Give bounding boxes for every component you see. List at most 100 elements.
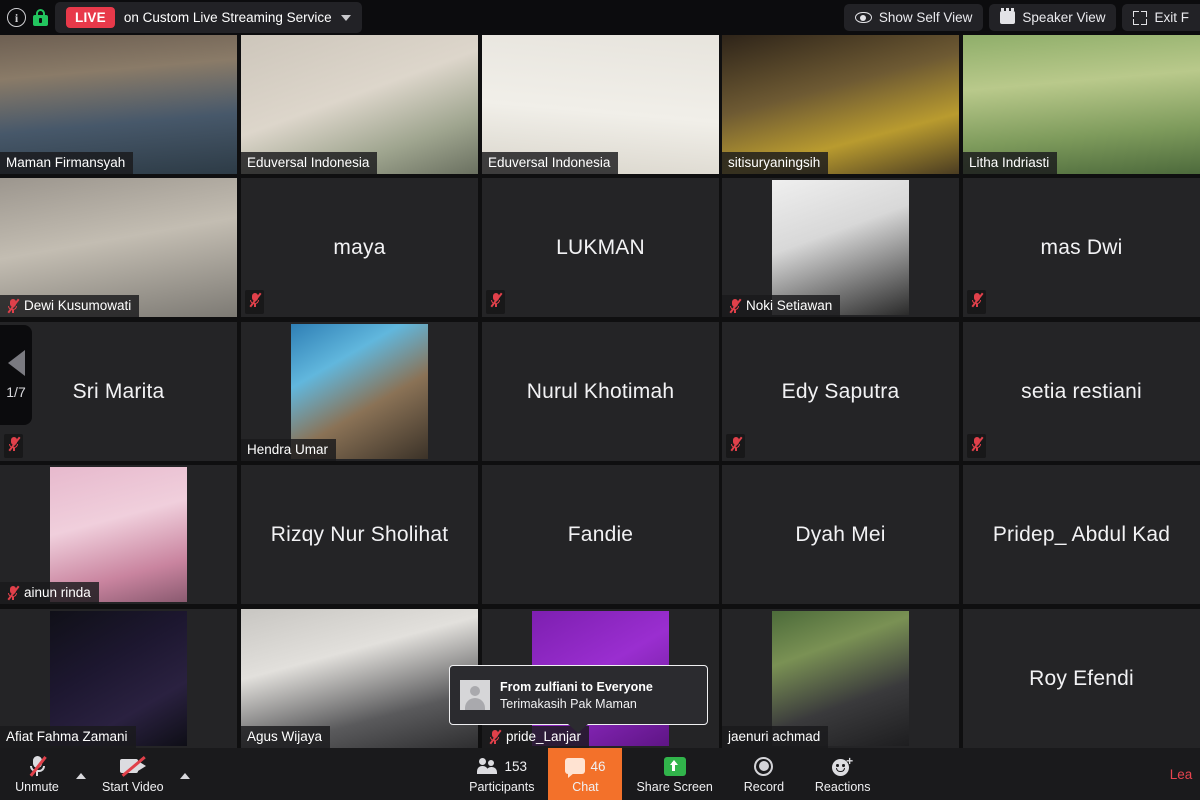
- reactions-smiley-icon: +: [832, 755, 853, 776]
- participant-name: Afiat Fahma Zamani: [6, 729, 128, 744]
- video-tile[interactable]: maya: [241, 178, 478, 317]
- share-screen-icon: [663, 756, 686, 776]
- eye-icon: [854, 12, 872, 23]
- chat-notification-text: From zulfiani to Everyone Terimakasih Pa…: [500, 680, 653, 711]
- participant-name: Hendra Umar: [247, 442, 329, 457]
- chat-sender-line: From zulfiani to Everyone: [500, 679, 653, 694]
- participant-name: Eduversal Indonesia: [488, 155, 611, 170]
- participants-label: Participants: [469, 779, 535, 794]
- share-screen-label: Share Screen: [636, 779, 713, 794]
- leave-meeting-button[interactable]: Lea: [1148, 748, 1200, 800]
- person-avatar-icon: [460, 680, 490, 710]
- participant-name: Roy Efendi: [1029, 666, 1134, 690]
- video-tile[interactable]: Dewi Kusumowati: [0, 178, 237, 317]
- participant-name-tag: ainun rinda: [0, 582, 99, 604]
- record-label: Record: [743, 779, 785, 794]
- participant-name-tag: Afiat Fahma Zamani: [0, 726, 136, 748]
- video-tile[interactable]: Roy Efendi: [963, 609, 1200, 748]
- participant-name: Dewi Kusumowati: [24, 298, 132, 313]
- video-tile[interactable]: Eduversal Indonesia: [241, 35, 478, 174]
- microphone-muted-icon: [28, 755, 47, 778]
- video-tile[interactable]: Eduversal Indonesia: [482, 35, 719, 174]
- video-tile[interactable]: Pridep_ Abdul Kad: [963, 465, 1200, 604]
- chat-notification-popup[interactable]: From zulfiani to Everyone Terimakasih Pa…: [449, 665, 708, 733]
- chat-label: Chat: [572, 779, 599, 794]
- toolbar-spacer-right: [884, 748, 1148, 800]
- participant-name: Edy Saputra: [781, 379, 900, 403]
- chevron-down-icon[interactable]: [340, 14, 351, 21]
- participant-name-tag: Agus Wijaya: [241, 726, 331, 748]
- participant-name-tag: Eduversal Indonesia: [241, 152, 378, 174]
- video-tile[interactable]: Hendra Umar: [241, 322, 478, 461]
- speaker-view-button[interactable]: Speaker View: [989, 4, 1117, 31]
- exit-fullscreen-button[interactable]: Exit F: [1122, 4, 1200, 31]
- start-video-label: Start Video: [102, 779, 164, 794]
- video-tile[interactable]: Nurul Khotimah: [482, 322, 719, 461]
- live-badge: LIVE: [66, 7, 115, 28]
- video-tile[interactable]: Edy Saputra: [722, 322, 959, 461]
- video-options-button[interactable]: [178, 748, 192, 800]
- previous-page-button[interactable]: 1/7: [0, 325, 32, 425]
- participant-name-tag: Litha Indriasti: [963, 152, 1058, 174]
- participants-button[interactable]: 153 Participants: [455, 748, 548, 800]
- show-self-view-button[interactable]: Show Self View: [843, 4, 984, 31]
- page-indicator: 1/7: [6, 384, 26, 400]
- chat-message-line: Terimakasih Pak Maman: [500, 696, 637, 711]
- participant-name: maya: [333, 235, 386, 259]
- lock-icon[interactable]: [33, 9, 48, 26]
- video-tile[interactable]: Maman Firmansyah: [0, 35, 237, 174]
- reactions-button[interactable]: + Reactions: [801, 748, 885, 800]
- participant-name-tag: Noki Setiawan: [722, 295, 841, 317]
- video-tile[interactable]: Dyah Mei: [722, 465, 959, 604]
- video-tile[interactable]: Litha Indriasti: [963, 35, 1200, 174]
- leave-label: Lea: [1169, 766, 1193, 782]
- participant-name: ainun rinda: [24, 585, 91, 600]
- video-tile[interactable]: Agus Wijaya: [241, 609, 478, 748]
- live-streaming-status[interactable]: LIVE on Custom Live Streaming Service: [55, 2, 362, 33]
- microphone-muted-icon: [4, 434, 23, 458]
- microphone-muted-icon: [486, 290, 505, 314]
- participant-name-tag: Dewi Kusumowati: [0, 295, 140, 317]
- participant-name-tag: sitisuryaningsih: [722, 152, 829, 174]
- microphone-muted-icon: [245, 290, 264, 314]
- participant-name-tag: Hendra Umar: [241, 439, 337, 461]
- chat-count: 46: [590, 758, 606, 774]
- participant-name: Agus Wijaya: [247, 729, 323, 744]
- participant-name: LUKMAN: [556, 235, 645, 259]
- video-tile[interactable]: setia restiani: [963, 322, 1200, 461]
- video-tile[interactable]: LUKMAN: [482, 178, 719, 317]
- video-tile[interactable]: jaenuri achmad: [722, 609, 959, 748]
- audio-options-button[interactable]: [74, 748, 88, 800]
- toolbar-spacer-left: [192, 748, 456, 800]
- video-tile[interactable]: Fandie: [482, 465, 719, 604]
- record-circle-icon: [754, 756, 774, 776]
- participant-name-tag: Eduversal Indonesia: [482, 152, 619, 174]
- record-button[interactable]: Record: [727, 748, 801, 800]
- start-video-button[interactable]: Start Video: [88, 748, 178, 800]
- share-screen-button[interactable]: Share Screen: [622, 748, 726, 800]
- left-arrow-icon: [7, 350, 25, 376]
- unmute-button[interactable]: Unmute: [0, 748, 74, 800]
- video-tile[interactable]: ainun rinda: [0, 465, 237, 604]
- microphone-muted-icon: [726, 434, 745, 458]
- video-tile[interactable]: Rizqy Nur Sholihat: [241, 465, 478, 604]
- participant-name: Pridep_ Abdul Kad: [992, 522, 1171, 546]
- microphone-muted-icon: [6, 585, 20, 601]
- chat-button[interactable]: 46 Chat: [548, 748, 623, 800]
- participant-name: Noki Setiawan: [746, 298, 833, 313]
- info-icon[interactable]: i: [7, 8, 26, 27]
- video-tile[interactable]: Sri Marita: [0, 322, 237, 461]
- unmute-label: Unmute: [15, 779, 59, 794]
- video-tile-grid: Maman Firmansyah Eduversal Indonesia Eduve…: [0, 35, 1200, 748]
- top-bar-right-group: Show Self View Speaker View Exit F: [843, 4, 1200, 31]
- show-self-view-label: Show Self View: [878, 10, 973, 25]
- video-tile[interactable]: mas Dwi: [963, 178, 1200, 317]
- participant-name: Nurul Khotimah: [526, 379, 675, 403]
- top-bar-left-group: i LIVE on Custom Live Streaming Service: [0, 2, 362, 33]
- camera-off-icon: [119, 755, 146, 777]
- exit-fullscreen-label: Exit F: [1154, 10, 1189, 25]
- video-tile[interactable]: Afiat Fahma Zamani: [0, 609, 237, 748]
- video-tile[interactable]: Noki Setiawan: [722, 178, 959, 317]
- chevron-up-icon: [76, 773, 86, 779]
- video-tile[interactable]: sitisuryaningsih: [722, 35, 959, 174]
